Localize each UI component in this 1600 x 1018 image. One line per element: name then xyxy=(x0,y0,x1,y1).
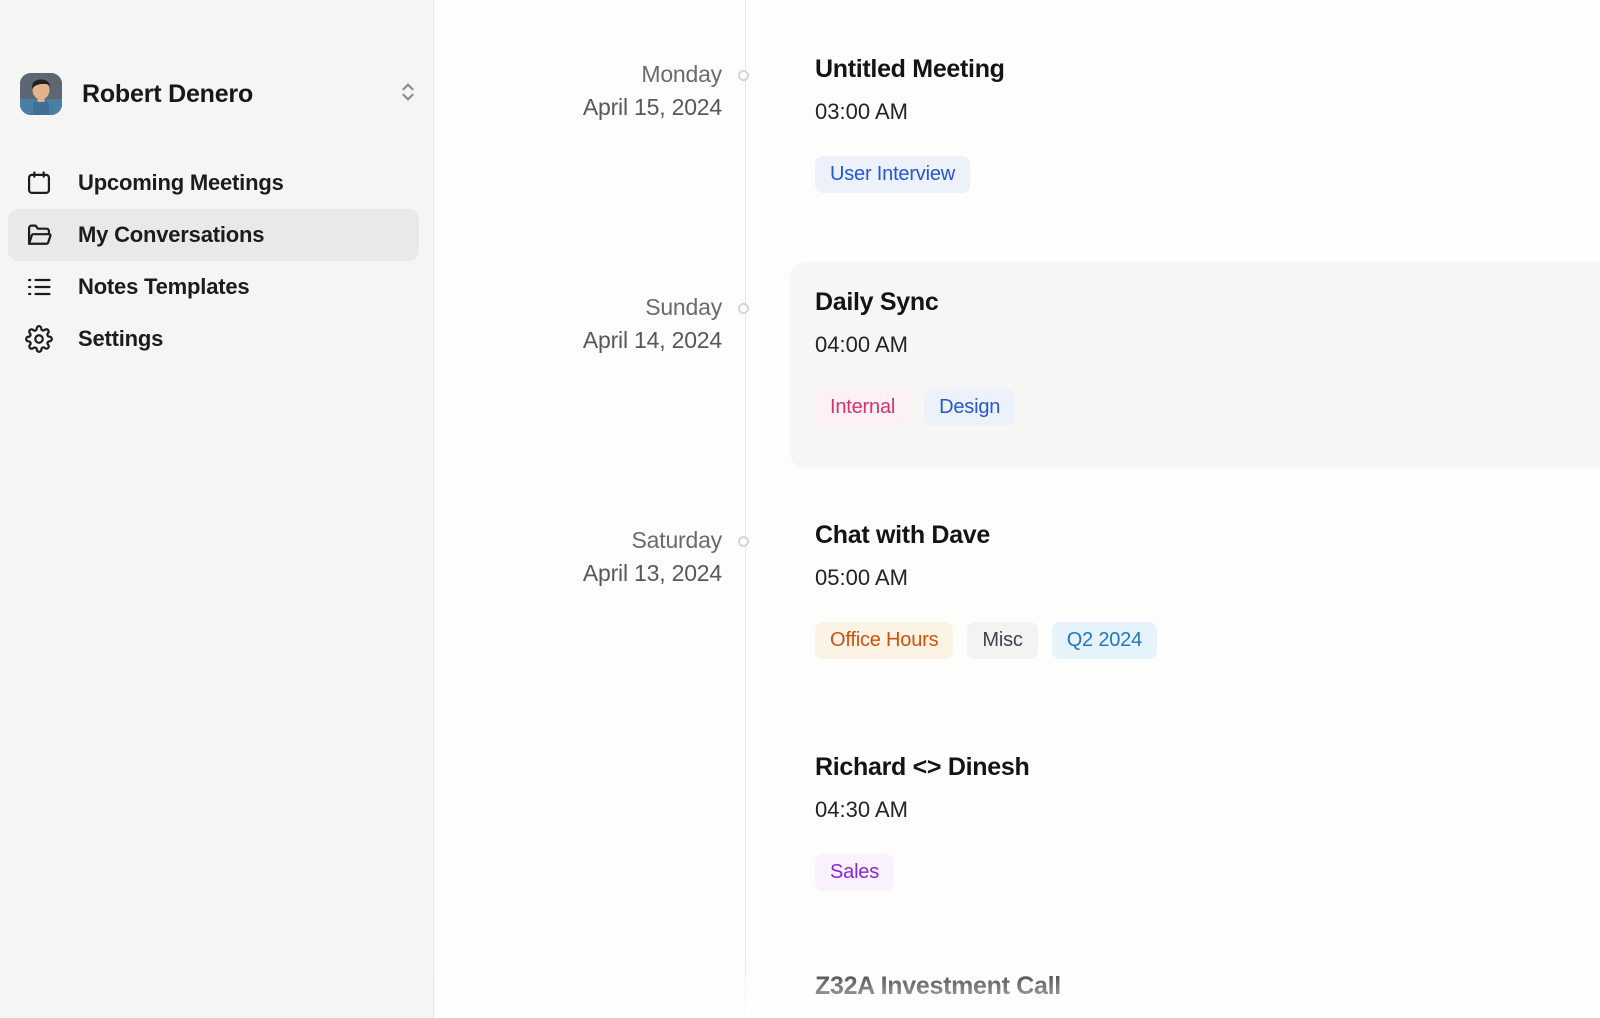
tag[interactable]: Design xyxy=(924,389,1015,426)
sidebar-item-upcoming-meetings[interactable]: Upcoming Meetings xyxy=(8,157,419,209)
date-day: Sunday xyxy=(434,291,722,324)
meeting-entry[interactable]: Z32A Investment Call xyxy=(815,970,1061,1002)
sidebar-nav: Upcoming Meetings My Conversations Notes… xyxy=(8,157,419,365)
sidebar: Robert Denero Upcoming Meetings xyxy=(0,0,434,1018)
meeting-entry[interactable]: Richard <> Dinesh 04:30 AM Sales xyxy=(815,751,1029,891)
date-day: Monday xyxy=(434,58,722,91)
date-full: April 14, 2024 xyxy=(434,324,722,357)
list-icon xyxy=(25,273,53,301)
meeting-tags: Internal Design xyxy=(815,389,1015,426)
tag[interactable]: Office Hours xyxy=(815,622,953,659)
gear-icon xyxy=(25,325,53,353)
sidebar-item-label: My Conversations xyxy=(78,222,264,248)
date-day: Saturday xyxy=(434,524,722,557)
meeting-tags: Sales xyxy=(815,854,1029,891)
timeline-dot xyxy=(738,536,749,547)
sidebar-item-label: Upcoming Meetings xyxy=(78,170,284,196)
meeting-tags: Office Hours Misc Q2 2024 xyxy=(815,622,1157,659)
date-label: Sunday April 14, 2024 xyxy=(434,291,722,357)
conversations-timeline: Monday April 15, 2024 Sunday April 14, 2… xyxy=(434,0,1600,1018)
meeting-entry[interactable]: Untitled Meeting 03:00 AM User Interview xyxy=(815,53,1005,193)
sidebar-item-label: Notes Templates xyxy=(78,274,249,300)
meeting-title: Z32A Investment Call xyxy=(815,970,1061,1002)
sidebar-item-label: Settings xyxy=(78,326,163,352)
meeting-entry[interactable]: Daily Sync 04:00 AM Internal Design xyxy=(815,286,1015,426)
date-full: April 13, 2024 xyxy=(434,557,722,590)
meeting-title: Daily Sync xyxy=(815,286,1015,318)
sidebar-item-notes-templates[interactable]: Notes Templates xyxy=(8,261,419,313)
timeline-dot xyxy=(738,303,749,314)
avatar xyxy=(20,73,62,115)
timeline-line xyxy=(745,0,746,1018)
chevron-updown-icon[interactable] xyxy=(397,81,419,108)
meeting-time: 03:00 AM xyxy=(815,97,1005,126)
user-profile-switcher[interactable]: Robert Denero xyxy=(20,68,419,120)
tag[interactable]: Q2 2024 xyxy=(1052,622,1157,659)
tag[interactable]: Misc xyxy=(967,622,1037,659)
meeting-time: 05:00 AM xyxy=(815,563,1157,592)
meeting-time: 04:00 AM xyxy=(815,330,1015,359)
meeting-tags: User Interview xyxy=(815,156,1005,193)
sidebar-item-my-conversations[interactable]: My Conversations xyxy=(8,209,419,261)
meeting-title: Chat with Dave xyxy=(815,519,1157,551)
meeting-time: 04:30 AM xyxy=(815,795,1029,824)
date-full: April 15, 2024 xyxy=(434,91,722,124)
timeline-dot xyxy=(738,70,749,81)
meeting-title: Untitled Meeting xyxy=(815,53,1005,85)
folder-icon xyxy=(25,221,53,249)
tag[interactable]: Sales xyxy=(815,854,894,891)
tag[interactable]: User Interview xyxy=(815,156,970,193)
date-label: Saturday April 13, 2024 xyxy=(434,524,722,590)
calendar-icon xyxy=(25,169,53,197)
meeting-entry[interactable]: Chat with Dave 05:00 AM Office Hours Mis… xyxy=(815,519,1157,659)
sidebar-item-settings[interactable]: Settings xyxy=(8,313,419,365)
date-label: Monday April 15, 2024 xyxy=(434,58,722,124)
meeting-title: Richard <> Dinesh xyxy=(815,751,1029,783)
tag[interactable]: Internal xyxy=(815,389,910,426)
profile-name: Robert Denero xyxy=(82,80,253,109)
